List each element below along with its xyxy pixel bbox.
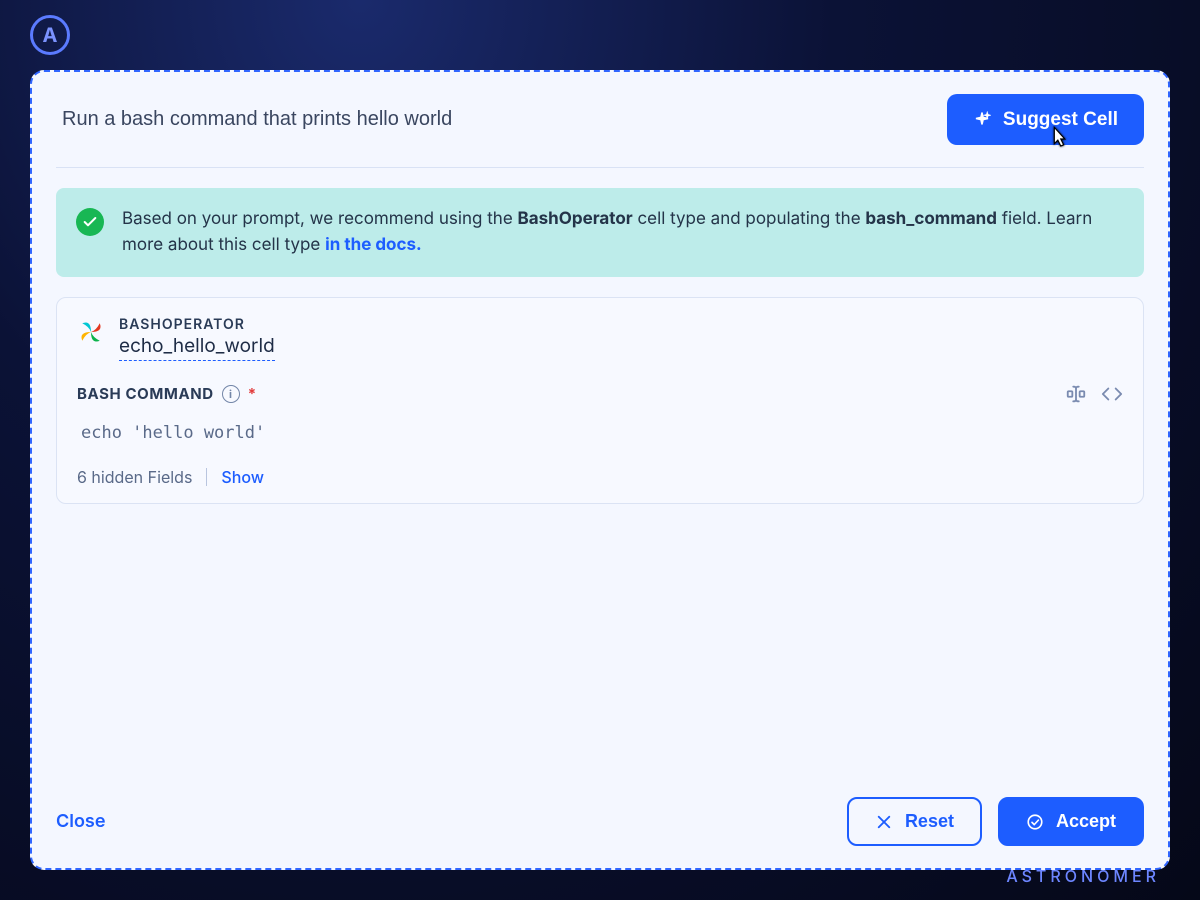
hidden-fields-row: 6 hidden Fields Show xyxy=(77,467,1123,487)
pointer-cursor-icon xyxy=(1045,125,1073,153)
app-top-bar: A xyxy=(0,0,1200,70)
operator-cell-card: BASHOPERATOR echo_hello_world BASH COMMA… xyxy=(56,297,1144,504)
insert-cursor-icon[interactable] xyxy=(1065,383,1087,405)
cell-header: BASHOPERATOR echo_hello_world xyxy=(77,316,1123,361)
sparkle-icon xyxy=(973,111,991,129)
cell-type-label: BASHOPERATOR xyxy=(119,316,275,334)
reset-button[interactable]: Reset xyxy=(847,797,982,846)
field-label: BASH COMMAND i * xyxy=(77,384,257,403)
prompt-row: Suggest Cell xyxy=(56,94,1144,168)
accept-button[interactable]: Accept xyxy=(998,797,1144,846)
brand-footer: ASTRONOMER xyxy=(1006,866,1160,886)
suggest-cell-button[interactable]: Suggest Cell xyxy=(947,94,1144,145)
check-icon xyxy=(76,208,104,236)
task-name-input[interactable]: echo_hello_world xyxy=(119,334,275,361)
close-button[interactable]: Close xyxy=(56,811,105,832)
recommendation-banner: Based on your prompt, we recommend using… xyxy=(56,188,1144,277)
prompt-input[interactable] xyxy=(56,94,929,145)
astronomer-logo: A xyxy=(30,15,70,55)
cell-title-block: BASHOPERATOR echo_hello_world xyxy=(119,316,275,361)
code-icon[interactable] xyxy=(1101,383,1123,405)
check-circle-icon xyxy=(1026,813,1044,831)
show-hidden-fields-link[interactable]: Show xyxy=(221,467,264,487)
bash-command-value[interactable]: echo 'hello world' xyxy=(77,421,1123,445)
recommended-cell-type: BashOperator xyxy=(518,209,633,229)
close-icon xyxy=(875,813,893,831)
suggest-cell-panel: Suggest Cell Based on your prompt, we re… xyxy=(30,70,1170,870)
airflow-pinwheel-icon xyxy=(77,318,105,346)
panel-footer: Close Reset Accept xyxy=(56,797,1144,846)
recommended-field: bash_command xyxy=(865,209,997,229)
hidden-fields-count: 6 hidden Fields xyxy=(77,467,192,487)
info-icon[interactable]: i xyxy=(222,385,240,403)
required-indicator: * xyxy=(248,384,257,403)
field-actions xyxy=(1065,383,1123,405)
separator xyxy=(206,468,207,486)
bash-command-field: BASH COMMAND i * xyxy=(77,383,1123,445)
logo-letter: A xyxy=(43,23,58,47)
docs-link[interactable]: in the docs. xyxy=(325,235,422,255)
recommendation-text: Based on your prompt, we recommend using… xyxy=(122,206,1124,259)
